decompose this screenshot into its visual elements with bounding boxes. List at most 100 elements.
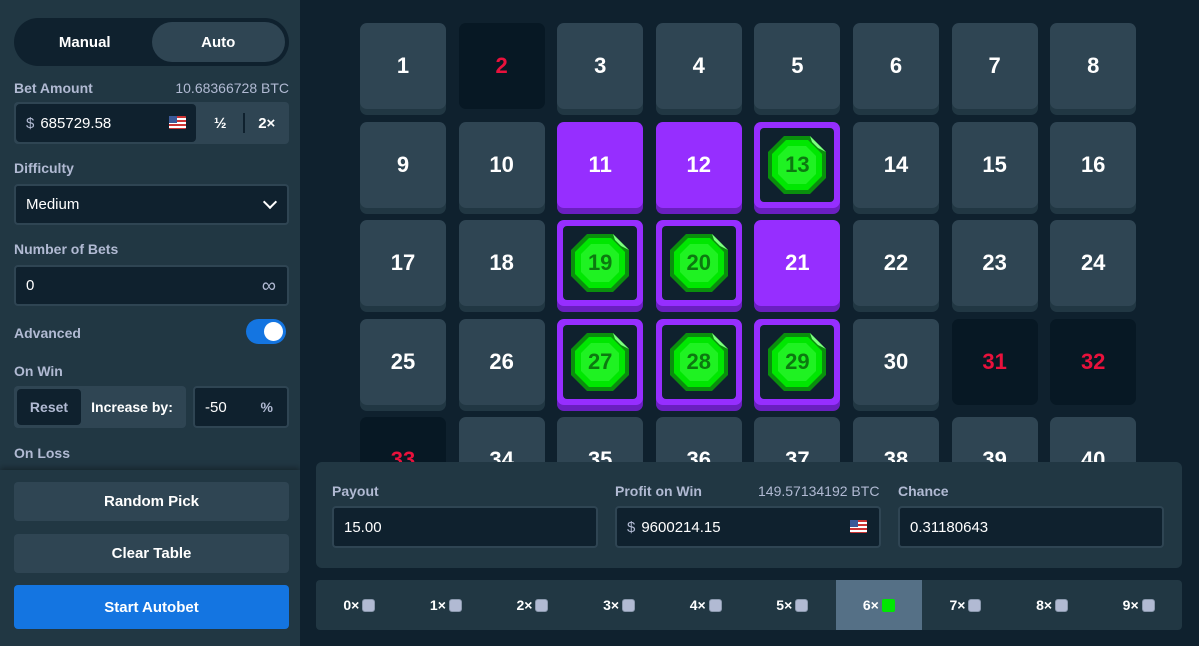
tile-18[interactable]: 18 — [458, 220, 545, 307]
empty-gem-icon — [708, 598, 722, 612]
tab-auto[interactable]: Auto — [151, 22, 285, 62]
advanced-toggle[interactable] — [246, 319, 286, 344]
payout-panel: Payout 15.00 Profit on Win 149.57134192 … — [316, 462, 1182, 568]
tile-8[interactable]: 8 — [1050, 23, 1137, 109]
profit-field: $ 9600214.15 — [615, 506, 881, 548]
tile-number: 5 — [791, 53, 804, 78]
tile-number: 7 — [988, 53, 1001, 78]
tile-number: 24 — [1080, 250, 1106, 276]
tile-10[interactable]: 10 — [458, 121, 545, 208]
tile-27[interactable]: 27 — [557, 318, 644, 405]
sidebar: Manual Auto Bet Amount 10.68366728 BTC $… — [0, 0, 300, 646]
tile-number: 16 — [1080, 151, 1106, 177]
tile-23[interactable]: 23 — [951, 220, 1038, 307]
on-win-percent-input[interactable]: -50 % — [193, 386, 289, 428]
multiplier-label: 9× — [1122, 597, 1139, 613]
double-bet-button[interactable]: 2× — [245, 102, 290, 144]
tile-number: 32 — [1080, 348, 1106, 374]
tile-3[interactable]: 3 — [557, 23, 644, 109]
tile-2[interactable]: 2 — [458, 23, 545, 109]
percent-icon: % — [260, 399, 273, 415]
payout-label: Payout — [332, 483, 379, 499]
tile-28[interactable]: 28 — [655, 318, 742, 405]
multiplier-label: 4× — [689, 597, 706, 613]
empty-gem-icon — [968, 598, 982, 612]
tile-number: 10 — [489, 151, 514, 177]
tile-number: 27 — [587, 348, 613, 374]
start-autobet-button[interactable]: Start Autobet — [14, 585, 289, 629]
chance-label: Chance — [898, 483, 949, 499]
advanced-label: Advanced — [14, 325, 81, 341]
tile-number: 20 — [686, 250, 712, 276]
tile-30[interactable]: 30 — [853, 318, 939, 405]
tile-4[interactable]: 4 — [655, 23, 742, 109]
difficulty-value: Medium — [26, 196, 80, 213]
tile-24[interactable]: 24 — [1050, 220, 1137, 307]
tile-13[interactable]: 13 — [754, 121, 841, 208]
difficulty-select[interactable]: Medium — [14, 184, 289, 225]
keno-app: Manual Auto Bet Amount 10.68366728 BTC $… — [0, 0, 1199, 646]
multiplier-label: 2× — [516, 597, 533, 613]
empty-gem-icon — [1055, 598, 1069, 612]
tile-15[interactable]: 15 — [951, 121, 1038, 208]
tile-32[interactable]: 32 — [1050, 318, 1137, 405]
tile-9[interactable]: 9 — [360, 121, 446, 208]
tile-14[interactable]: 14 — [853, 121, 939, 208]
tile-number: 4 — [692, 53, 705, 78]
tile-number: 15 — [982, 151, 1007, 177]
tile-number: 8 — [1087, 53, 1100, 78]
tile-29[interactable]: 29 — [754, 318, 841, 405]
on-win-mode-group: Reset Increase by: — [14, 386, 186, 428]
random-pick-button[interactable]: Random Pick — [14, 482, 289, 521]
tile-number: 12 — [686, 151, 712, 177]
game-area: 1 2 3 4 5 6 7 8 9 10 11 12 13 14 15 16 17 18 19 20 21 22 23 24 2… — [300, 0, 1199, 646]
tile-number: 3 — [594, 53, 607, 78]
number-of-bets-input[interactable]: 0 ∞ — [14, 265, 289, 306]
payout-field: 15.00 — [332, 506, 598, 548]
tile-26[interactable]: 26 — [458, 318, 545, 405]
tile-17[interactable]: 17 — [360, 220, 446, 307]
tile-number: 23 — [982, 250, 1007, 276]
half-bet-button[interactable]: ½ — [198, 102, 243, 144]
multiplier-8: 8× — [1009, 580, 1096, 630]
multiplier-bar: 0× 1× 2× 3× 4× 5× 6× 7× 8× 9× — [316, 580, 1182, 630]
bet-amount-label: Bet Amount — [14, 80, 93, 96]
tile-number: 1 — [396, 53, 410, 78]
tile-number: 2 — [495, 53, 508, 78]
on-loss-label: On Loss — [14, 445, 71, 461]
multiplier-0: 0× — [316, 580, 403, 630]
us-flag-icon — [850, 520, 867, 533]
tile-number: 22 — [883, 250, 909, 276]
multiplier-6: 6× — [835, 580, 923, 630]
tile-31[interactable]: 31 — [951, 318, 1038, 405]
tile-5[interactable]: 5 — [754, 23, 841, 109]
tile-number: 19 — [587, 250, 613, 276]
bet-amount-input[interactable]: $ 685729.58 — [16, 104, 196, 142]
multiplier-label: 1× — [429, 597, 446, 613]
profit-on-win-label: Profit on Win — [615, 483, 702, 499]
tile-19[interactable]: 19 — [557, 220, 644, 307]
tile-1[interactable]: 1 — [360, 23, 446, 109]
tile-12[interactable]: 12 — [655, 121, 742, 208]
clear-table-button[interactable]: Clear Table — [14, 534, 289, 573]
infinity-icon[interactable]: ∞ — [262, 275, 276, 298]
tile-7[interactable]: 7 — [951, 23, 1038, 109]
tile-11[interactable]: 11 — [557, 121, 644, 208]
tile-21[interactable]: 21 — [754, 220, 841, 307]
difficulty-label: Difficulty — [14, 160, 74, 176]
tile-number: 17 — [390, 250, 416, 276]
empty-gem-icon — [1141, 598, 1155, 612]
tile-25[interactable]: 25 — [360, 318, 446, 405]
on-win-increase-button[interactable]: Increase by: — [81, 389, 183, 425]
tile-6[interactable]: 6 — [853, 23, 939, 109]
tab-manual[interactable]: Manual — [18, 22, 152, 62]
tile-number: 21 — [785, 250, 810, 276]
tile-number: 6 — [889, 53, 903, 78]
profit-btc: 149.57134192 BTC — [758, 483, 880, 499]
tile-16[interactable]: 16 — [1050, 121, 1137, 208]
on-win-reset-button[interactable]: Reset — [17, 389, 81, 425]
tile-22[interactable]: 22 — [853, 220, 939, 307]
tile-20[interactable]: 20 — [655, 220, 742, 307]
multiplier-label: 7× — [949, 597, 966, 613]
profit-currency: $ — [627, 518, 636, 536]
